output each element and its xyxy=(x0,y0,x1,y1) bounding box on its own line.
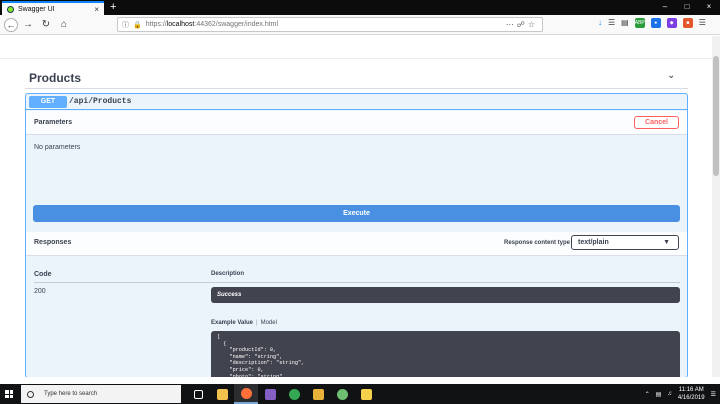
responses-title: Responses xyxy=(34,239,72,246)
app-icon[interactable] xyxy=(354,384,378,404)
header-divider xyxy=(0,58,712,59)
taskbar-apps xyxy=(186,384,378,404)
system-tray: ⌃ ▤ ♫ 11:16 AM 4/16/2019 ☰ xyxy=(645,384,716,404)
extension-icon[interactable]: ● xyxy=(650,18,661,28)
clock-date: 4/16/2019 xyxy=(677,395,705,401)
column-header-code: Code xyxy=(34,271,52,278)
menu-icon[interactable]: ☰ xyxy=(699,18,706,28)
response-description: Success xyxy=(211,287,680,303)
toolbar-icons: ↓ ☰ ▤ ABP ● ◆ ■ ☰ xyxy=(598,18,706,28)
tab-close-icon[interactable]: × xyxy=(94,5,99,14)
minimize-button[interactable]: – xyxy=(654,0,676,15)
response-content-type-label: Response content type xyxy=(504,240,571,246)
chevron-down-icon[interactable]: ⌄ xyxy=(667,70,675,81)
taskbar: Type here to search ⌃ ▤ ♫ 11:16 AM 4/16/… xyxy=(0,384,720,404)
volume-icon[interactable]: ♫ xyxy=(667,391,672,397)
scrollbar-thumb[interactable] xyxy=(713,56,719,176)
close-window-button[interactable]: × xyxy=(698,0,720,15)
extension-icon[interactable]: ◆ xyxy=(666,18,677,28)
firefox-icon[interactable] xyxy=(234,384,258,404)
url-scheme: https:// xyxy=(145,21,167,28)
info-icon[interactable]: ⓘ xyxy=(122,20,129,30)
response-content-type-value: text/plain xyxy=(578,239,609,246)
chevron-down-icon: ▼ xyxy=(663,239,670,246)
responses-header: Responses Response content type text/pla… xyxy=(26,232,687,256)
tray-chevron-up-icon[interactable]: ⌃ xyxy=(645,391,650,398)
chrome-icon[interactable] xyxy=(282,384,306,404)
execute-button[interactable]: Execute xyxy=(33,205,680,222)
response-content-type-select[interactable]: text/plain ▼ xyxy=(571,235,679,250)
windows-start-icon[interactable] xyxy=(0,384,18,404)
section-title[interactable]: Products xyxy=(29,71,81,85)
cancel-button[interactable]: Cancel xyxy=(634,116,679,129)
no-parameters-text: No parameters xyxy=(34,144,81,151)
forward-icon[interactable]: → xyxy=(20,17,36,33)
swagger-favicon-icon xyxy=(7,5,14,13)
response-code: 200 xyxy=(34,288,46,295)
example-value-code: [ { "productId": 0, "name": "string", "d… xyxy=(211,331,680,377)
file-explorer-icon[interactable] xyxy=(210,384,234,404)
method-badge: GET xyxy=(29,96,67,108)
operation-block-get: GET /api/Products Parameters Cancel No p… xyxy=(25,93,688,377)
extension-icon[interactable]: ■ xyxy=(682,18,693,28)
parameters-title: Parameters xyxy=(34,119,73,126)
browser-tab-strip: Swagger UI × + – □ × xyxy=(0,0,720,15)
column-header-description: Description xyxy=(211,271,245,277)
new-tab-button[interactable]: + xyxy=(110,1,116,15)
lock-icon[interactable]: 🔒 xyxy=(133,21,142,29)
columns-divider xyxy=(34,282,680,283)
tab-title: Swagger UI xyxy=(18,5,55,13)
notifications-icon[interactable]: ☰ xyxy=(711,391,716,398)
url-path: :44362/swagger/index.html xyxy=(194,21,279,28)
url-bar[interactable]: ⓘ 🔒 https://localhost:44362/swagger/inde… xyxy=(117,17,543,32)
sidebar-icon[interactable]: ▤ xyxy=(621,18,629,28)
page-scrollbar[interactable] xyxy=(712,36,720,377)
download-icon[interactable]: ↓ xyxy=(598,18,602,28)
operation-summary[interactable]: GET /api/Products xyxy=(26,94,687,110)
parameters-header: Parameters Cancel xyxy=(26,111,687,135)
taskbar-search-box[interactable]: Type here to search xyxy=(21,385,181,403)
swagger-page: Products ⌄ GET /api/Products Parameters … xyxy=(0,36,712,377)
library-icon[interactable]: ☰ xyxy=(608,18,615,28)
url-host: localhost xyxy=(166,21,195,28)
visual-studio-icon[interactable] xyxy=(258,384,282,404)
search-icon xyxy=(27,390,34,398)
url-bar-actions: ⋯☍☆ xyxy=(506,20,538,29)
more-icon[interactable]: ⋯ xyxy=(506,20,517,29)
bookmark-star-icon[interactable]: ☆ xyxy=(528,20,538,29)
section-divider xyxy=(25,88,688,89)
tab-example-value[interactable]: Example Value xyxy=(211,320,253,326)
window-controls: – □ × xyxy=(654,0,720,15)
browser-nav-bar: ← → ↻ ⌂ ⓘ 🔒 https://localhost:44362/swag… xyxy=(0,15,720,35)
reload-icon[interactable]: ↻ xyxy=(38,17,54,33)
taskbar-search-placeholder: Type here to search xyxy=(44,391,98,397)
maximize-button[interactable]: □ xyxy=(676,0,698,15)
network-icon[interactable]: ▤ xyxy=(656,391,662,398)
tab-model[interactable]: Model xyxy=(261,320,277,326)
task-view-icon[interactable] xyxy=(186,384,210,404)
app-icon[interactable] xyxy=(330,384,354,404)
tab-separator: | xyxy=(256,320,258,326)
clock-time: 11:16 AM xyxy=(678,387,704,393)
home-icon[interactable]: ⌂ xyxy=(56,17,72,33)
browser-tab[interactable]: Swagger UI × xyxy=(2,1,104,15)
example-tabs: Example Value | Model xyxy=(211,320,277,326)
back-icon[interactable]: ← xyxy=(4,17,18,32)
example-json: [ { "productId": 0, "name": "string", "d… xyxy=(217,334,305,377)
folder-icon[interactable] xyxy=(306,384,330,404)
pocket-icon[interactable]: ☍ xyxy=(517,20,528,29)
operation-path: /api/Products xyxy=(69,97,132,106)
extension-icon[interactable]: ABP xyxy=(634,18,645,28)
taskbar-clock[interactable]: 11:16 AM 4/16/2019 xyxy=(678,386,705,402)
